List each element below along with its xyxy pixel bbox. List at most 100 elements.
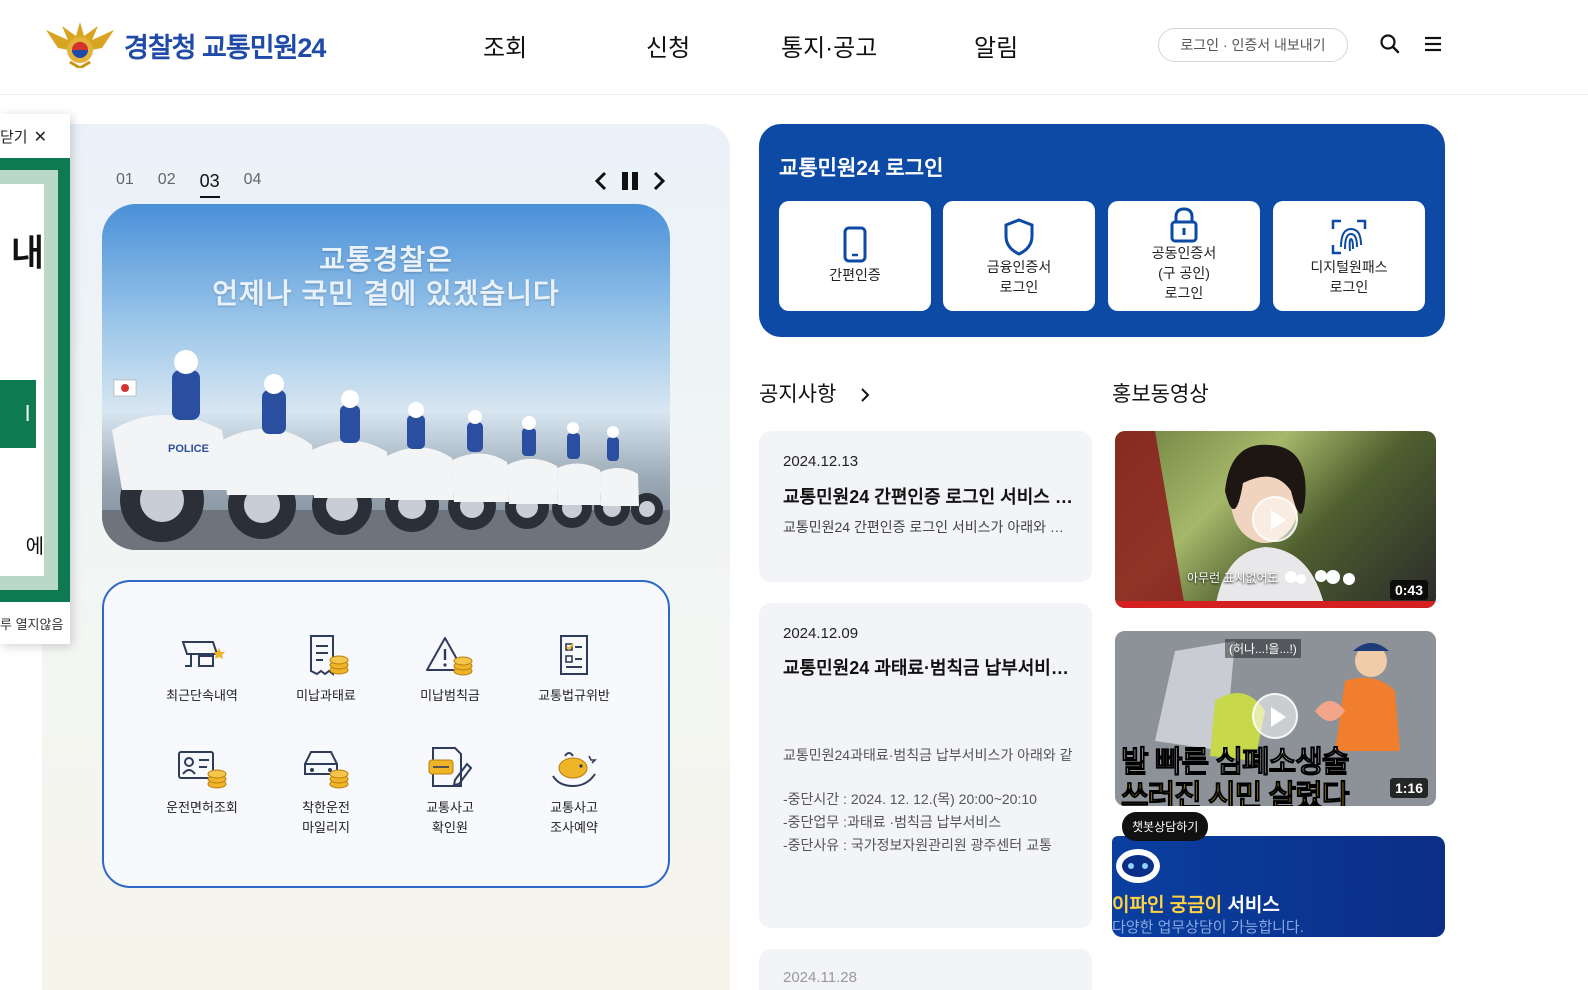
notice-item[interactable]: 2024.12.13 교통민원24 간편인증 로그인 서비스 중단 안내 교통민… — [759, 431, 1092, 582]
promo-video-2[interactable]: (허나...!을...!) 발 빠른 심폐소생술 쓰러진 시민 살렸다 1:16 — [1115, 631, 1436, 806]
play-icon[interactable] — [1252, 496, 1298, 542]
notice-title: 교통민원24 간편인증 로그인 서비스 중단 안내 — [783, 487, 1073, 507]
quick-label: 교통사고 조사예약 — [550, 800, 598, 835]
quick-traffic-violation[interactable]: 교통법규위반 — [512, 634, 636, 706]
nav-notice-announcement[interactable]: 통지·공고 — [781, 28, 877, 63]
login-digital-onepass[interactable]: 디지털원패스 로그인 — [1273, 201, 1425, 311]
popup-content-border: 내 l 에 — [0, 170, 58, 590]
slide-prev-icon[interactable] — [590, 170, 612, 192]
chatbot-tooltip[interactable]: 챗봇상담하기 — [1122, 812, 1209, 841]
chatbot-subtitle: 다양한 업무상담이 가능합니다. — [1112, 919, 1304, 936]
notice-item[interactable]: 2024.12.09 교통민원24 과태료·범칙금 납부서비스 중단 안내 교통… — [759, 603, 1092, 928]
play-icon[interactable] — [1252, 693, 1298, 739]
popup-action-button[interactable]: l — [0, 380, 36, 448]
login-simple-auth[interactable]: 간편인증 — [779, 201, 931, 311]
video-duration: 1:16 — [1389, 778, 1428, 798]
search-icon[interactable] — [1379, 33, 1401, 55]
license-coins-icon — [178, 751, 227, 789]
quick-safe-driving-mileage[interactable]: 착한운전 마일리지 — [264, 746, 388, 838]
piggy-bank-icon — [552, 752, 597, 788]
notice-item[interactable]: 2024.11.28 — [759, 949, 1092, 990]
svg-text:POLICE: POLICE — [168, 443, 209, 455]
close-icon: ✕ — [33, 129, 48, 146]
quick-accident-certificate[interactable]: 교통사고 확인원 — [388, 746, 512, 838]
notices-title: 공지사항 — [759, 383, 837, 406]
chevron-right-icon — [861, 388, 870, 403]
car-coins-icon — [304, 751, 349, 789]
notice-title: 교통민원24 과태료·범칙금 납부서비스 중단 안내 — [783, 658, 1073, 678]
slide-index-04[interactable]: 04 — [244, 171, 262, 198]
quick-label: 교통법규위반 — [538, 688, 610, 703]
login-option-label: 디지털원패스 로그인 — [1310, 259, 1388, 295]
camera-icon — [181, 641, 225, 667]
chatbot-title-rest: 서비스 — [1222, 895, 1280, 916]
accident-doc-icon — [428, 747, 473, 787]
checklist-icon — [560, 635, 588, 675]
lock-icon — [1170, 207, 1198, 243]
chatbot-title: 이파인 궁금이 서비스 — [1112, 890, 1280, 917]
slide-pagination: 01 02 03 04 — [116, 171, 261, 198]
popup-headline: 내 — [10, 232, 44, 273]
quick-label: 착한운전 마일리지 — [302, 800, 350, 835]
popup-body-text: 에 — [25, 536, 44, 558]
nav-inquiry[interactable]: 조회 — [483, 28, 527, 63]
popup-content: 내 l 에 — [0, 184, 44, 576]
notice-body-line: 교통민원24과태료·범칙금 납부서비스가 아래와 같이 — [783, 747, 1073, 763]
login-option-label: 공동인증서 (구 공인) 로그인 — [1151, 245, 1217, 301]
login-option-label: 간편인증 — [829, 267, 881, 283]
notice-popup: 닫기 ✕ 내 l 에 루 열지않음 — [0, 114, 70, 644]
police-motorcycles-illustration: POLICE — [102, 350, 670, 550]
nav-application[interactable]: 신청 — [646, 28, 690, 63]
popup-close-button[interactable]: 닫기 ✕ — [0, 126, 47, 147]
notice-date: 2024.11.28 — [783, 969, 857, 986]
menu-icon[interactable] — [1422, 33, 1444, 55]
chatbot-title-highlight: 이파인 궁금이 — [1112, 895, 1223, 916]
quick-unpaid-penalties[interactable]: 미납범칙금 — [388, 634, 512, 706]
quick-label: 운전면허조회 — [166, 800, 238, 815]
video-duration: 0:43 — [1389, 580, 1428, 600]
warning-coins-icon — [426, 637, 473, 676]
notices-title-link[interactable]: 공지사항 — [759, 378, 872, 408]
slide-index-01[interactable]: 01 — [116, 171, 134, 198]
main-nav: 조회 신청 통지·공고 알림 — [0, 28, 1100, 64]
login-joint-certificate[interactable]: 공동인증서 (구 공인) 로그인 — [1108, 201, 1260, 311]
notice-date: 2024.12.09 — [783, 625, 859, 642]
notice-date: 2024.12.13 — [783, 453, 859, 470]
robot-icon — [1116, 849, 1160, 883]
video-overlay-text: (허나...!을...!) — [1225, 639, 1301, 658]
video-headline-2: 쓰러진 시민 살렸다 — [1120, 780, 1349, 807]
quick-label: 미납과태료 — [296, 688, 356, 703]
promo-video-1[interactable]: 아무런 표시없어도 0:43 — [1115, 431, 1436, 608]
login-certificate-button[interactable]: 로그인 · 인증서 내보내기 — [1158, 28, 1348, 62]
receipt-coins-icon — [310, 635, 349, 676]
slide-pause-icon[interactable] — [619, 170, 641, 192]
notice-body-line: -중단업무 :과태료 ·범칙금 납부서비스 — [783, 814, 1002, 830]
login-panel: 교통민원24 로그인 간편인증 금융인증서 로그인 공동인증서 (구 공인) 로… — [759, 124, 1445, 337]
popup-close-label: 닫기 — [0, 129, 28, 146]
phone-icon — [843, 226, 867, 263]
quick-accident-investigation-reservation[interactable]: 교통사고 조사예약 — [512, 746, 636, 838]
notice-summary: 교통민원24 간편인증 로그인 서비스가 아래와 같이 중단됩니다. — [783, 519, 1073, 535]
quick-license-inquiry[interactable]: 운전면허조회 — [140, 746, 264, 818]
quick-recent-enforcement[interactable]: 최근단속내역 — [140, 634, 264, 706]
nav-alerts[interactable]: 알림 — [974, 28, 1018, 63]
quick-label: 미납범칙금 — [420, 688, 480, 703]
quick-label: 교통사고 확인원 — [426, 800, 474, 835]
quick-label: 최근단속내역 — [166, 688, 238, 703]
fingerprint-icon — [1331, 219, 1367, 255]
site-header: 경찰청 교통민원24 조회 신청 통지·공고 알림 로그인 · 인증서 내보내기 — [0, 0, 1588, 95]
shield-icon — [1004, 218, 1034, 256]
login-financial-certificate[interactable]: 금융인증서 로그인 — [943, 201, 1095, 311]
main-visual-panel: 01 02 03 04 교통경찰은 언제나 국민 곁에 있겠습니다 POLICE… — [42, 124, 730, 990]
main-banner-image[interactable]: 교통경찰은 언제나 국민 곁에 있겠습니다 POLICE — [102, 204, 670, 550]
popup-dont-show-today[interactable]: 루 열지않음 — [0, 614, 63, 633]
quick-menu-box: 최근단속내역 미납과태료 미납범칙금 교통법규위반 운전면허조회 착한운전 마일… — [102, 580, 670, 888]
promo-videos-title: 홍보동영상 — [1112, 383, 1209, 406]
slide-index-03[interactable]: 03 — [199, 171, 220, 198]
notice-body-line: -중단시간 : 2024. 12. 12.(목) 20:00~20:10 — [783, 791, 1037, 807]
slide-next-icon[interactable] — [648, 170, 670, 192]
quick-unpaid-fines[interactable]: 미납과태료 — [264, 634, 388, 706]
video-caption: 아무런 표시없어도 — [1187, 571, 1279, 585]
popup-content-frame: 내 l 에 — [0, 158, 70, 602]
slide-index-02[interactable]: 02 — [158, 171, 176, 198]
